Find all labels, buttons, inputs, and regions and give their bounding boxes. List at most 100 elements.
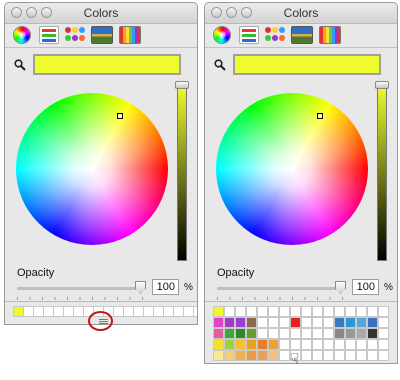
swatch-cell[interactable] [257, 317, 268, 328]
swatch-cell[interactable] [213, 339, 224, 350]
swatch-cell[interactable] [378, 350, 389, 361]
color-sliders-icon[interactable] [39, 26, 59, 44]
swatch-cell[interactable] [312, 350, 323, 361]
swatch-cell[interactable] [279, 317, 290, 328]
color-sliders-icon[interactable] [239, 26, 259, 44]
swatch-cell[interactable] [246, 339, 257, 350]
swatch-cell[interactable] [345, 306, 356, 317]
swatch-cell[interactable] [378, 306, 389, 317]
swatch-cell[interactable] [334, 339, 345, 350]
swatch-cell[interactable] [356, 328, 367, 339]
color-palettes-icon[interactable] [65, 26, 85, 44]
swatch-cell[interactable] [378, 339, 389, 350]
swatch-cell[interactable] [246, 328, 257, 339]
color-wheel-picker[interactable] [117, 113, 123, 119]
color-wheel[interactable] [16, 93, 168, 245]
swatch-cell[interactable] [334, 350, 345, 361]
swatch-cell[interactable] [301, 339, 312, 350]
swatch-cell[interactable] [367, 306, 378, 317]
swatch-cell[interactable] [334, 328, 345, 339]
swatch-cell[interactable] [257, 339, 268, 350]
swatch-cell[interactable] [312, 317, 323, 328]
title-bar[interactable]: Colors [205, 3, 397, 24]
swatch-cell[interactable] [279, 328, 290, 339]
swatch-cell[interactable] [235, 350, 246, 361]
swatch-cell[interactable] [301, 328, 312, 339]
swatch-cell[interactable] [268, 328, 279, 339]
swatch-cell[interactable] [268, 339, 279, 350]
crayons-icon[interactable] [119, 26, 141, 44]
swatch-cell[interactable] [290, 317, 301, 328]
swatch-cell[interactable] [279, 306, 290, 317]
swatch-cell[interactable] [213, 328, 224, 339]
swatch-cell[interactable] [235, 339, 246, 350]
swatch-cell[interactable] [246, 306, 257, 317]
swatch-cell[interactable] [345, 339, 356, 350]
swatch-cell[interactable] [246, 317, 257, 328]
brightness-slider[interactable] [377, 85, 387, 261]
swatch-cell[interactable] [356, 350, 367, 361]
swatch-cell[interactable] [323, 350, 334, 361]
magnifier-icon[interactable] [14, 59, 26, 71]
color-wheel[interactable] [216, 93, 368, 245]
swatch-cell[interactable] [224, 306, 235, 317]
swatch-cell[interactable] [301, 350, 312, 361]
color-wheel-icon[interactable] [13, 26, 31, 44]
image-palettes-icon[interactable] [91, 26, 113, 44]
image-palettes-icon[interactable] [291, 26, 313, 44]
swatch-cell[interactable] [213, 350, 224, 361]
swatch-cell[interactable] [367, 350, 378, 361]
current-color-swatch[interactable] [233, 54, 381, 75]
swatch-cell[interactable] [279, 339, 290, 350]
swatch-cell[interactable] [312, 328, 323, 339]
opacity-slider-knob[interactable] [335, 281, 346, 294]
swatch-cell[interactable] [235, 328, 246, 339]
swatch-cell[interactable] [323, 328, 334, 339]
opacity-field[interactable]: 100 [352, 279, 379, 295]
swatch-cell[interactable] [334, 317, 345, 328]
opacity-slider-track[interactable] [217, 287, 341, 290]
opacity-slider-knob[interactable] [135, 281, 146, 294]
swatch-cell[interactable] [290, 306, 301, 317]
brightness-slider-knob[interactable] [375, 81, 389, 89]
swatch-cell[interactable] [213, 317, 224, 328]
swatch-cell[interactable] [257, 306, 268, 317]
swatch-cell[interactable] [235, 317, 246, 328]
swatch-cell[interactable] [193, 306, 197, 317]
color-wheel-picker[interactable] [317, 113, 323, 119]
swatch-cell[interactable] [345, 350, 356, 361]
swatch-cell[interactable] [224, 328, 235, 339]
brightness-slider-knob[interactable] [175, 81, 189, 89]
swatch-cell[interactable] [268, 306, 279, 317]
swatch-cell[interactable] [356, 317, 367, 328]
swatch-cell[interactable] [312, 306, 323, 317]
swatch-cell[interactable] [224, 317, 235, 328]
swatch-cell[interactable] [312, 339, 323, 350]
swatch-cell[interactable] [323, 317, 334, 328]
opacity-slider-track[interactable] [17, 287, 141, 290]
swatch-cell[interactable] [378, 328, 389, 339]
swatch-cell[interactable] [323, 306, 334, 317]
current-color-swatch[interactable] [33, 54, 181, 75]
swatch-cell[interactable] [345, 317, 356, 328]
swatch-cell[interactable] [367, 317, 378, 328]
color-wheel-icon[interactable] [213, 26, 231, 44]
swatch-cell[interactable] [246, 350, 257, 361]
swatch-cell[interactable] [257, 350, 268, 361]
swatch-cell[interactable] [356, 306, 367, 317]
swatch-cell[interactable] [301, 306, 312, 317]
swatch-cell[interactable] [334, 306, 345, 317]
swatch-cell[interactable] [213, 306, 224, 317]
swatch-cell[interactable] [367, 339, 378, 350]
swatch-cell[interactable] [356, 339, 367, 350]
swatch-cell[interactable] [257, 328, 268, 339]
swatch-cell[interactable] [279, 350, 290, 361]
swatch-cell[interactable] [378, 317, 389, 328]
swatch-cell[interactable] [268, 317, 279, 328]
color-palettes-icon[interactable] [265, 26, 285, 44]
title-bar[interactable]: Colors [5, 3, 197, 24]
swatch-cell[interactable] [323, 339, 334, 350]
swatch-cell[interactable] [301, 317, 312, 328]
swatch-cell[interactable] [290, 339, 301, 350]
swatch-cell[interactable] [367, 328, 378, 339]
